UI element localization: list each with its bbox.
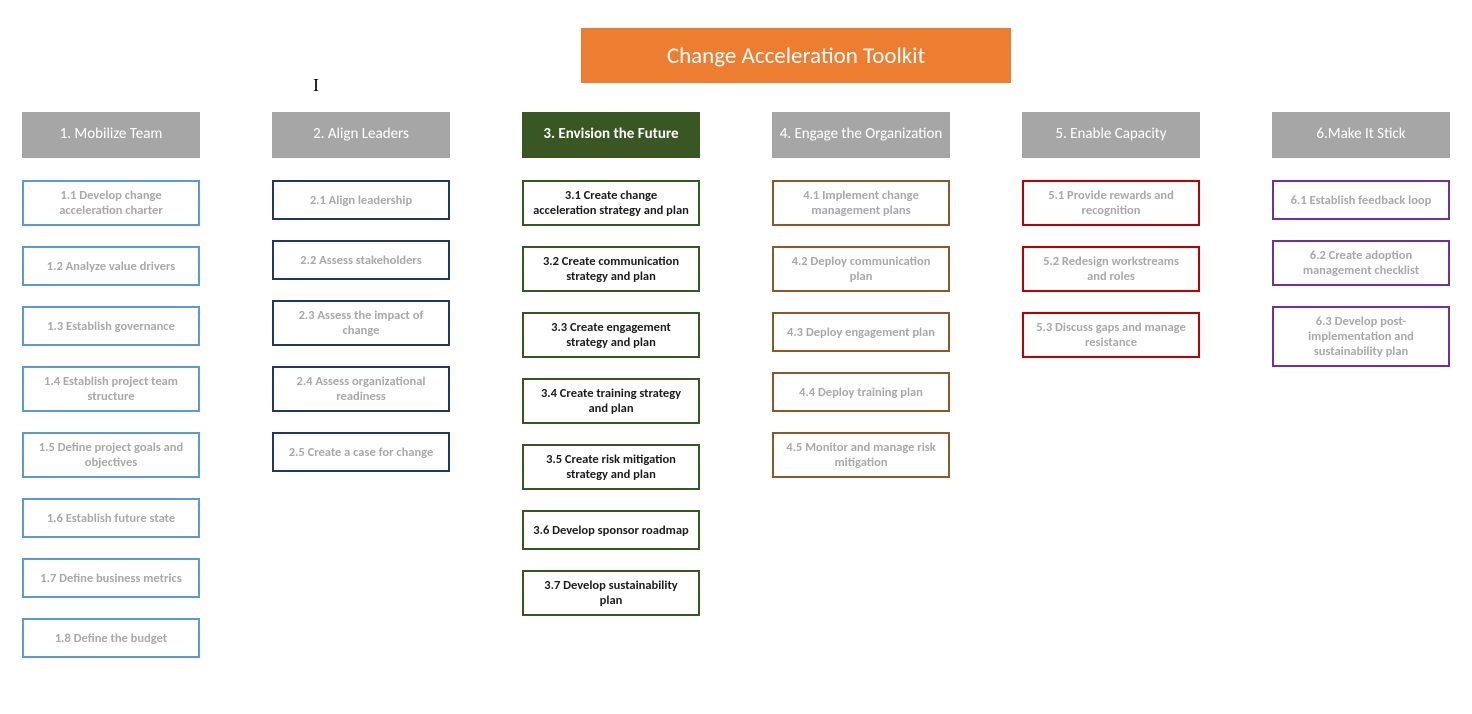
column-make-it-stick: 6.Make It Stick 6.1 Establish feedback l… <box>1272 112 1450 387</box>
activity-item[interactable]: 2.2 Assess stakeholders <box>272 240 450 280</box>
activity-item[interactable]: 5.1 Provide rewards and recognition <box>1022 180 1200 226</box>
text-cursor-icon: I <box>313 75 319 96</box>
activity-item[interactable]: 3.2 Create communication strategy and pl… <box>522 246 700 292</box>
activity-item[interactable]: 1.5 Define project goals and objectives <box>22 432 200 478</box>
column-mobilize-team: 1. Mobilize Team 1.1 Develop change acce… <box>22 112 200 678</box>
column-header: 3. Envision the Future <box>522 112 700 158</box>
column-envision-future: 3. Envision the Future 3.1 Create change… <box>522 112 700 636</box>
activity-item[interactable]: 5.2 Redesign workstreams and roles <box>1022 246 1200 292</box>
column-header: 2. Align Leaders <box>272 112 450 158</box>
activity-item[interactable]: 2.3 Assess the impact of change <box>272 300 450 346</box>
activity-item[interactable]: 1.6 Establish future state <box>22 498 200 538</box>
activity-item[interactable]: 3.3 Create engagement strategy and plan <box>522 312 700 358</box>
activity-item[interactable]: 6.2 Create adoption management checklist <box>1272 240 1450 286</box>
column-header: 5. Enable Capacity <box>1022 112 1200 158</box>
activity-item[interactable]: 3.1 Create change acceleration strategy … <box>522 180 700 226</box>
activity-item[interactable]: 5.3 Discuss gaps and manage resistance <box>1022 312 1200 358</box>
activity-item[interactable]: 1.8 Define the budget <box>22 618 200 658</box>
toolkit-title: Change Acceleration Toolkit <box>581 28 1011 83</box>
activity-item[interactable]: 4.3 Deploy engagement plan <box>772 312 950 352</box>
column-align-leaders: 2. Align Leaders 2.1 Align leadership 2.… <box>272 112 450 492</box>
activity-item[interactable]: 1.2 Analyze value drivers <box>22 246 200 286</box>
activity-item[interactable]: 6.3 Develop post-implementation and sust… <box>1272 306 1450 367</box>
activity-item[interactable]: 4.1 Implement change management plans <box>772 180 950 226</box>
activity-item[interactable]: 3.7 Develop sustainability plan <box>522 570 700 616</box>
activity-item[interactable]: 4.4 Deploy training plan <box>772 372 950 412</box>
column-enable-capacity: 5. Enable Capacity 5.1 Provide rewards a… <box>1022 112 1200 378</box>
columns-container: 1. Mobilize Team 1.1 Develop change acce… <box>22 112 1450 678</box>
column-header: 4. Engage the Organization <box>772 112 950 158</box>
activity-item[interactable]: 1.1 Develop change acceleration charter <box>22 180 200 226</box>
activity-item[interactable]: 3.4 Create training strategy and plan <box>522 378 700 424</box>
column-header: 1. Mobilize Team <box>22 112 200 158</box>
column-engage-organization: 4. Engage the Organization 4.1 Implement… <box>772 112 950 498</box>
column-header: 6.Make It Stick <box>1272 112 1450 158</box>
activity-item[interactable]: 6.1 Establish feedback loop <box>1272 180 1450 220</box>
activity-item[interactable]: 3.6 Develop sponsor roadmap <box>522 510 700 550</box>
activity-item[interactable]: 1.7 Define business metrics <box>22 558 200 598</box>
activity-item[interactable]: 4.2 Deploy communication plan <box>772 246 950 292</box>
activity-item[interactable]: 4.5 Monitor and manage risk mitigation <box>772 432 950 478</box>
activity-item[interactable]: 2.4 Assess organizational readiness <box>272 366 450 412</box>
activity-item[interactable]: 1.3 Establish governance <box>22 306 200 346</box>
activity-item[interactable]: 1.4 Establish project team structure <box>22 366 200 412</box>
activity-item[interactable]: 2.1 Align leadership <box>272 180 450 220</box>
activity-item[interactable]: 3.5 Create risk mitigation strategy and … <box>522 444 700 490</box>
activity-item[interactable]: 2.5 Create a case for change <box>272 432 450 472</box>
